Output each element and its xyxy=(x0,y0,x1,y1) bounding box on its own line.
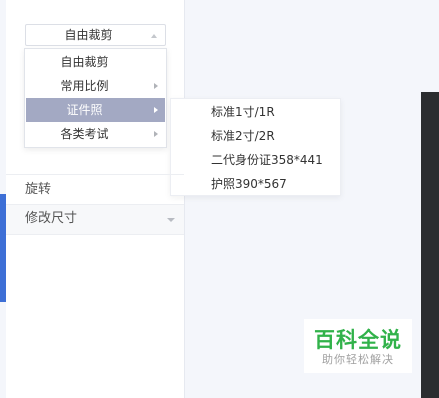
menu-item-free-crop[interactable]: 自由裁剪 xyxy=(26,50,165,74)
menu-item-label: 各类考试 xyxy=(60,127,109,141)
chevron-right-icon xyxy=(154,83,158,89)
rotate-tool[interactable]: 旋转 xyxy=(25,180,51,200)
id-photo-submenu: 标准1寸/1R 标准2寸/2R 二代身份证358*441 护照390*567 xyxy=(170,98,341,196)
crop-mode-select[interactable]: 自由裁剪 xyxy=(25,24,166,46)
crop-mode-menu: 自由裁剪 常用比例 证件照 各类考试 xyxy=(24,48,167,148)
watermark-logo: 百科全说 助你轻松解决 xyxy=(304,319,412,373)
menu-item-label: 自由裁剪 xyxy=(60,55,109,69)
resize-label: 修改尺寸 xyxy=(25,211,78,226)
submenu-item-passport[interactable]: 护照390*567 xyxy=(211,172,287,196)
submenu-item-1-inch[interactable]: 标准1寸/1R xyxy=(211,100,275,124)
menu-item-exams[interactable]: 各类考试 xyxy=(26,122,165,146)
crop-mode-value: 自由裁剪 xyxy=(64,28,113,42)
submenu-item-id-card[interactable]: 二代身份证358*441 xyxy=(211,148,323,172)
chevron-right-icon xyxy=(154,131,158,137)
chevron-down-icon xyxy=(167,218,175,222)
chevron-right-icon xyxy=(154,107,158,113)
menu-item-label: 证件照 xyxy=(66,103,103,117)
submenu-item-2-inch[interactable]: 标准2寸/2R xyxy=(211,124,275,148)
divider xyxy=(6,174,184,175)
image-canvas[interactable] xyxy=(421,92,439,398)
resize-tool[interactable]: 修改尺寸 xyxy=(6,205,184,234)
menu-item-id-photo[interactable]: 证件照 xyxy=(26,98,165,122)
watermark-title: 百科全说 xyxy=(314,328,402,352)
divider xyxy=(6,234,184,235)
menu-item-common-ratio[interactable]: 常用比例 xyxy=(26,74,165,98)
watermark-subtitle: 助你轻松解决 xyxy=(322,353,394,366)
caret-up-icon xyxy=(151,34,157,38)
menu-item-label: 常用比例 xyxy=(60,79,109,93)
